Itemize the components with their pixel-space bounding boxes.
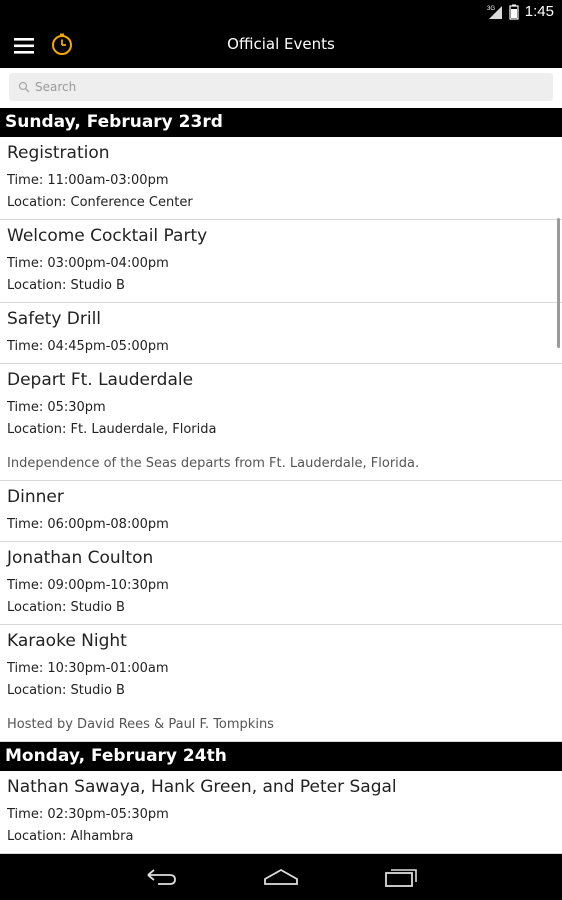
event-description: Hosted by David Rees & Paul F. Tompkins	[7, 717, 274, 732]
action-bar: Official Events	[0, 24, 562, 68]
event-time: Time: 04:45pm-05:00pm	[7, 339, 169, 354]
event-time: Time: 02:30pm-05:30pm	[7, 807, 169, 822]
event-item-registration[interactable]: Registration Time: 11:00am-03:00pm Locat…	[0, 137, 562, 220]
status-time: 1:45	[524, 3, 554, 20]
event-time: Time: 06:00pm-08:00pm	[7, 517, 169, 532]
event-time: Time: 05:30pm	[7, 400, 106, 415]
page-title: Official Events	[227, 35, 335, 53]
event-item-welcome-cocktail-party[interactable]: Welcome Cocktail Party Time: 03:00pm-04:…	[0, 220, 562, 303]
search-placeholder: Search	[35, 80, 77, 94]
event-time: Time: 03:00pm-04:00pm	[7, 256, 169, 271]
back-icon[interactable]	[137, 859, 185, 895]
event-item-jonathan-coulton[interactable]: Jonathan Coulton Time: 09:00pm-10:30pm L…	[0, 542, 562, 625]
svg-text:3G: 3G	[487, 6, 495, 12]
event-description: Independence of the Seas departs from Ft…	[7, 456, 420, 471]
event-location: Location: Ft. Lauderdale, Florida	[7, 422, 217, 437]
event-list[interactable]: Sunday, February 23rd Registration Time:…	[0, 108, 562, 854]
event-item-nathan-sawaya-hank-green-peter-sagal[interactable]: Nathan Sawaya, Hank Green, and Peter Sag…	[0, 771, 562, 854]
event-time: Time: 11:00am-03:00pm	[7, 173, 169, 188]
event-title: Nathan Sawaya, Hank Green, and Peter Sag…	[7, 777, 397, 797]
event-title: Dinner	[7, 487, 64, 507]
event-location: Location: Studio B	[7, 600, 125, 615]
search-icon	[18, 81, 30, 93]
event-title: Registration	[7, 143, 110, 163]
battery-icon	[509, 4, 519, 20]
status-icons: 3G 1:45	[487, 3, 554, 20]
event-item-dinner[interactable]: Dinner Time: 06:00pm-08:00pm	[0, 481, 562, 542]
event-title: Welcome Cocktail Party	[7, 226, 208, 246]
event-location: Location: Studio B	[7, 683, 125, 698]
event-title: Depart Ft. Lauderdale	[7, 370, 194, 390]
event-time: Time: 10:30pm-01:00am	[7, 661, 169, 676]
event-location: Location: Studio B	[7, 278, 125, 293]
event-item-safety-drill[interactable]: Safety Drill Time: 04:45pm-05:00pm	[0, 303, 562, 364]
event-item-depart-ft-lauderdale[interactable]: Depart Ft. Lauderdale Time: 05:30pm Loca…	[0, 364, 562, 481]
event-item-karaoke-night[interactable]: Karaoke Night Time: 10:30pm-01:00am Loca…	[0, 625, 562, 742]
system-nav-bar	[0, 854, 562, 900]
home-icon[interactable]	[257, 859, 305, 895]
event-location: Location: Alhambra	[7, 829, 134, 844]
event-location: Location: Conference Center	[7, 195, 193, 210]
event-title: Safety Drill	[7, 309, 102, 329]
search-input[interactable]: Search	[9, 73, 553, 101]
signal-icon: 3G	[487, 4, 503, 20]
scrollbar[interactable]	[557, 218, 560, 348]
day-header: Monday, February 24th	[0, 742, 562, 771]
day-header: Sunday, February 23rd	[0, 108, 562, 137]
event-title: Karaoke Night	[7, 631, 127, 651]
search-bar: Search	[0, 68, 562, 108]
event-title: Jonathan Coulton	[7, 548, 154, 568]
recent-apps-icon[interactable]	[377, 859, 425, 895]
status-bar: 3G 1:45	[0, 0, 562, 24]
event-time: Time: 09:00pm-10:30pm	[7, 578, 169, 593]
